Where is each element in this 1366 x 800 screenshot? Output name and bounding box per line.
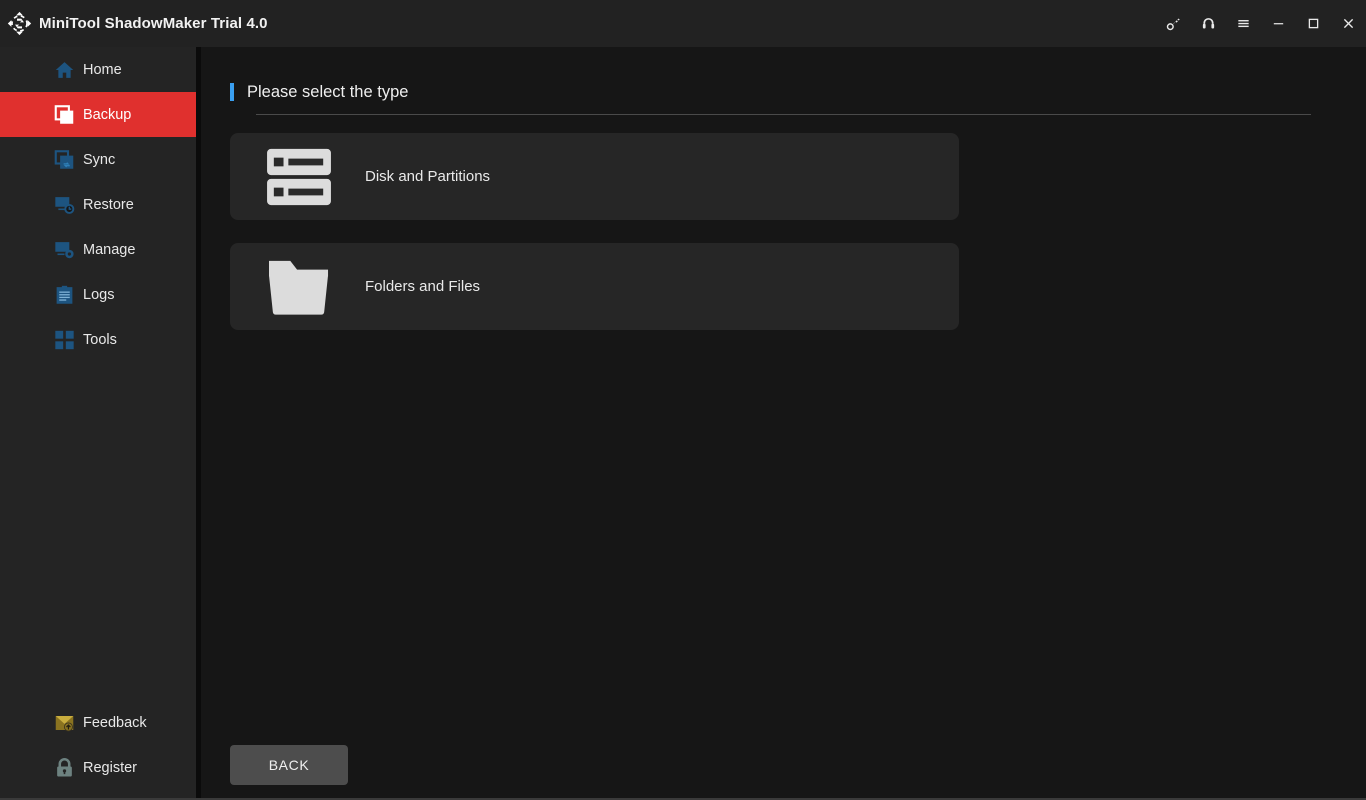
headset-icon[interactable]	[1191, 0, 1226, 47]
back-button[interactable]: BACK	[230, 745, 348, 785]
close-icon[interactable]	[1331, 0, 1366, 47]
sidebar-label-manage: Manage	[83, 242, 135, 258]
type-label-disk-and-partitions: Disk and Partitions	[365, 168, 490, 185]
tools-grid-icon	[54, 329, 75, 350]
sidebar-secondary-nav: Feedback Register	[0, 700, 201, 798]
sidebar-item-logs[interactable]: Logs	[0, 272, 201, 317]
page-title: Please select the type	[247, 83, 408, 102]
section-header: Please select the type	[230, 81, 1366, 103]
backup-copy-icon	[54, 104, 75, 125]
home-icon	[54, 59, 75, 80]
sidebar-label-logs: Logs	[83, 287, 114, 303]
sidebar-item-tools[interactable]: Tools	[0, 317, 201, 362]
application-window: MiniTool ShadowMaker Trial 4.0	[0, 0, 1366, 800]
sidebar-item-feedback[interactable]: Feedback	[0, 700, 201, 745]
folder-files-icon	[263, 257, 335, 317]
logs-clipboard-icon	[54, 284, 75, 305]
sidebar-item-home[interactable]: Home	[0, 47, 201, 92]
body-area: Home Backup	[0, 47, 1366, 798]
sidebar-label-backup: Backup	[83, 107, 131, 123]
feedback-envelope-icon	[54, 712, 75, 733]
main-content: Please select the type	[201, 47, 1366, 798]
sidebar-primary-nav: Home Backup	[0, 47, 201, 362]
sidebar-item-backup[interactable]: Backup	[0, 92, 201, 137]
sidebar-label-feedback: Feedback	[83, 715, 147, 731]
type-option-folders-and-files[interactable]: Folders and Files	[230, 243, 959, 330]
manage-gear-icon	[54, 239, 75, 260]
type-label-folders-and-files: Folders and Files	[365, 278, 480, 295]
restore-monitor-icon	[54, 194, 75, 215]
window-controls	[1156, 0, 1366, 47]
footer-actions: BACK	[230, 745, 1366, 798]
app-logo	[4, 9, 34, 39]
sidebar-label-register: Register	[83, 760, 137, 776]
maximize-icon[interactable]	[1296, 0, 1331, 47]
sidebar-label-tools: Tools	[83, 332, 117, 348]
sidebar-item-restore[interactable]: Restore	[0, 182, 201, 227]
sidebar-item-sync[interactable]: Sync	[0, 137, 201, 182]
type-option-disk-and-partitions[interactable]: Disk and Partitions	[230, 133, 959, 220]
sidebar-label-sync: Sync	[83, 152, 115, 168]
key-icon[interactable]	[1156, 0, 1191, 47]
menu-icon[interactable]	[1226, 0, 1261, 47]
sidebar: Home Backup	[0, 47, 201, 798]
sidebar-label-restore: Restore	[83, 197, 134, 213]
sidebar-label-home: Home	[83, 62, 122, 78]
minimize-icon[interactable]	[1261, 0, 1296, 47]
header-divider	[256, 114, 1311, 115]
sync-icon	[54, 149, 75, 170]
section-accent-bar	[230, 83, 234, 101]
sidebar-item-register[interactable]: Register	[0, 745, 201, 790]
sidebar-item-manage[interactable]: Manage	[0, 227, 201, 272]
disk-partitions-icon	[263, 147, 335, 207]
backup-type-list: Disk and Partitions Folders and Files	[230, 133, 1366, 353]
title-bar: MiniTool ShadowMaker Trial 4.0	[0, 0, 1366, 47]
register-lock-icon	[54, 757, 75, 778]
app-title: MiniTool ShadowMaker Trial 4.0	[39, 15, 268, 32]
